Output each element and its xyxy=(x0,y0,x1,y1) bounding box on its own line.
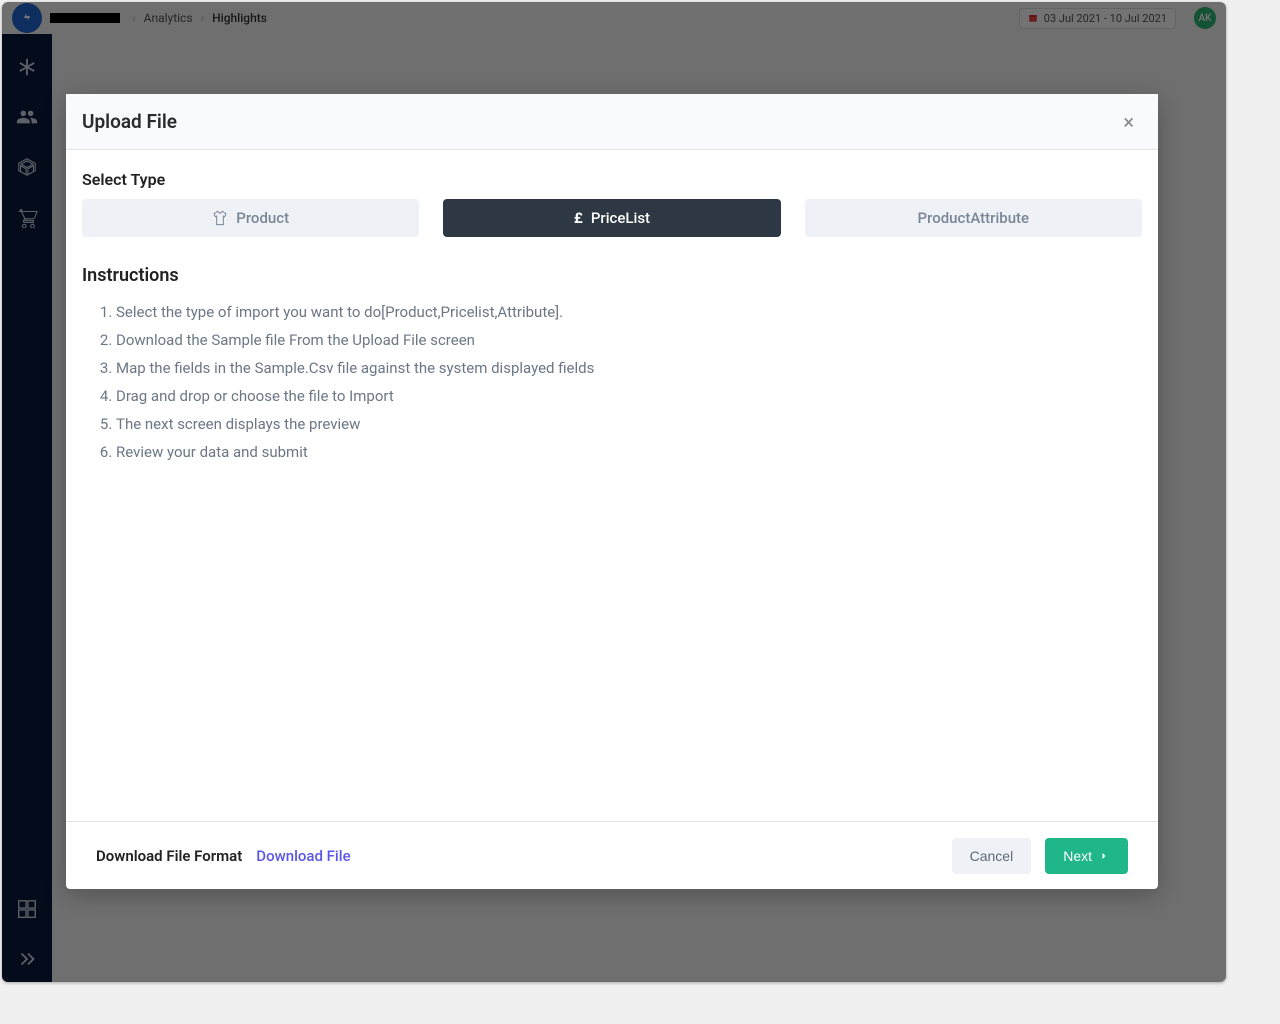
app-frame: › Analytics › Highlights 03 Jul 2021 - 1… xyxy=(2,2,1226,982)
instructions-heading: Instructions xyxy=(82,265,1142,286)
instruction-item: Download the Sample file From the Upload… xyxy=(116,326,1142,354)
instruction-item: Review your data and submit xyxy=(116,438,1142,466)
instruction-item: Map the fields in the Sample.Csv file ag… xyxy=(116,354,1142,382)
pound-icon: £ xyxy=(574,209,583,227)
instructions-list: Select the type of import you want to do… xyxy=(82,298,1142,466)
modal-body: Select Type Product £ PriceList ProductA… xyxy=(66,150,1158,821)
type-option-product-label: Product xyxy=(236,209,289,227)
modal-header: Upload File × xyxy=(66,94,1158,150)
download-file-link[interactable]: Download File xyxy=(256,847,350,865)
download-format-label: Download File Format xyxy=(96,847,242,865)
shirt-icon xyxy=(212,210,228,226)
next-button[interactable]: Next xyxy=(1045,838,1128,874)
modal-footer: Download File Format Download File Cance… xyxy=(66,821,1158,889)
type-option-pricelist-label: PriceList xyxy=(591,209,650,227)
chevron-right-icon xyxy=(1098,850,1110,862)
type-option-attribute[interactable]: ProductAttribute xyxy=(805,199,1142,237)
select-type-label: Select Type xyxy=(82,170,1142,189)
type-selector: Product £ PriceList ProductAttribute xyxy=(82,199,1142,237)
instruction-item: Drag and drop or choose the file to Impo… xyxy=(116,382,1142,410)
close-button[interactable]: × xyxy=(1115,108,1142,136)
instruction-item: The next screen displays the preview xyxy=(116,410,1142,438)
type-option-pricelist[interactable]: £ PriceList xyxy=(443,199,780,237)
next-button-label: Next xyxy=(1063,848,1092,864)
type-option-attribute-label: ProductAttribute xyxy=(918,209,1030,227)
cancel-button[interactable]: Cancel xyxy=(952,838,1032,874)
instruction-item: Select the type of import you want to do… xyxy=(116,298,1142,326)
type-option-product[interactable]: Product xyxy=(82,199,419,237)
upload-file-modal: Upload File × Select Type Product £ Pric… xyxy=(66,94,1158,889)
modal-title: Upload File xyxy=(82,110,177,133)
